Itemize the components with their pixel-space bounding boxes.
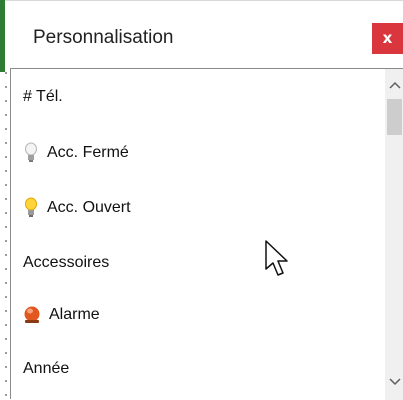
field-list-box: # Tél. Acc. Fermé Acc. Ouvert Accessoire… bbox=[10, 68, 403, 400]
list-item-annee[interactable]: Année bbox=[23, 355, 69, 383]
list-item-acc-ouvert[interactable]: Acc. Ouvert bbox=[23, 194, 131, 222]
field-list: # Tél. Acc. Fermé Acc. Ouvert Accessoire… bbox=[23, 69, 383, 400]
list-item-alarme[interactable]: Alarme bbox=[23, 301, 100, 329]
list-item-tel[interactable]: # Tél. bbox=[23, 83, 63, 111]
title-bar: Personnalisation x bbox=[5, 0, 403, 69]
list-item-accessoires[interactable]: Accessoires bbox=[23, 249, 109, 277]
list-item-label: Acc. Ouvert bbox=[47, 199, 131, 216]
list-item-acc-ferme[interactable]: Acc. Fermé bbox=[23, 139, 129, 167]
alarm-light-icon bbox=[23, 304, 41, 326]
scroll-up-arrow-icon[interactable] bbox=[385, 75, 403, 95]
list-item-label: Acc. Fermé bbox=[47, 144, 129, 161]
personnalisation-window: Personnalisation x # Tél. Acc. Fermé Acc… bbox=[0, 0, 403, 400]
list-item-label: Alarme bbox=[49, 306, 100, 323]
list-item-label: Année bbox=[23, 360, 70, 377]
list-item-label: # Tél. bbox=[23, 88, 63, 105]
scroll-thumb[interactable] bbox=[387, 99, 402, 135]
close-button[interactable]: x bbox=[372, 23, 403, 54]
vertical-scrollbar[interactable] bbox=[385, 69, 403, 400]
list-item-label: Accessoires bbox=[23, 254, 110, 271]
lightbulb-on-icon bbox=[23, 197, 39, 219]
scroll-down-arrow-icon[interactable] bbox=[385, 372, 403, 392]
left-dotted-border bbox=[5, 72, 7, 399]
window-title: Personnalisation bbox=[33, 27, 174, 48]
lightbulb-off-icon bbox=[23, 142, 39, 164]
